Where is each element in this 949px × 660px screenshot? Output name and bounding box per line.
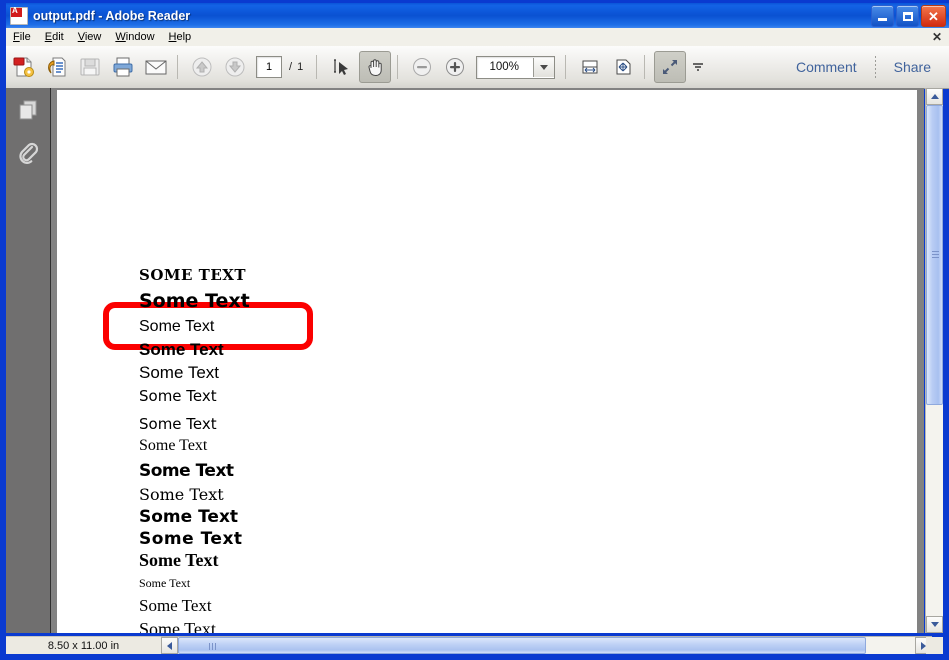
navigation-pane	[6, 88, 51, 633]
scroll-up-button[interactable]	[926, 88, 943, 105]
page-number-input[interactable]: 1	[256, 56, 282, 78]
vertical-scrollbar[interactable]	[925, 88, 943, 633]
menu-bar: File Edit View Window Help ✕	[6, 28, 949, 47]
minimize-icon	[878, 18, 887, 21]
toolbar-separator-6	[875, 56, 876, 78]
close-document-icon[interactable]: ✕	[932, 30, 942, 44]
adobe-reader-window: output.pdf - Adobe Reader ✕ File Edit Vi…	[0, 0, 949, 660]
scroll-grip-icon	[209, 643, 217, 650]
document-text-line: Some Text	[139, 387, 217, 405]
toolbar-separator-4	[565, 55, 566, 79]
fit-width-button[interactable]	[575, 52, 605, 82]
scroll-grip-icon	[932, 251, 939, 259]
close-button[interactable]: ✕	[921, 5, 946, 27]
zoom-out-button[interactable]	[407, 52, 437, 82]
full-screen-button[interactable]	[654, 51, 686, 83]
print-button[interactable]	[108, 52, 138, 82]
toolbar-separator-3	[397, 55, 398, 79]
page-total-label: / 1	[289, 61, 304, 73]
maximize-button[interactable]	[896, 5, 919, 27]
document-text-line: Some Text	[139, 550, 219, 571]
scroll-left-button[interactable]	[161, 637, 178, 654]
next-page-button[interactable]	[220, 52, 250, 82]
save-button[interactable]	[75, 52, 105, 82]
menu-edit[interactable]: Edit	[38, 30, 71, 44]
previous-page-button[interactable]	[187, 52, 217, 82]
horizontal-scrollbar[interactable]	[161, 636, 932, 654]
share-button[interactable]: Share	[882, 59, 943, 75]
status-bar: 8.50 x 11.00 in	[6, 636, 161, 654]
document-text-line: Some Text	[139, 576, 190, 591]
document-text-line: Some Text	[139, 290, 250, 312]
menu-file-label: ile	[20, 31, 31, 43]
scrollbar-corner	[926, 637, 943, 654]
menu-window-label: indow	[126, 31, 155, 43]
toolbar: 1 / 1	[6, 46, 949, 89]
document-text-line: Some Text	[139, 318, 214, 336]
document-text-line: Some Text	[139, 415, 217, 433]
comment-button[interactable]: Comment	[784, 59, 869, 75]
horizontal-scroll-thumb[interactable]	[178, 637, 866, 654]
vertical-scroll-thumb[interactable]	[926, 105, 943, 405]
menu-edit-label: dit	[52, 31, 64, 43]
menu-view-label: iew	[85, 31, 102, 43]
email-button[interactable]	[141, 52, 171, 82]
more-tools-button[interactable]	[689, 52, 707, 82]
document-text-line: Some Text	[139, 507, 238, 527]
title-bar: output.pdf - Adobe Reader ✕	[6, 3, 949, 28]
pdf-document-icon	[10, 7, 28, 25]
page-thumbnails-icon[interactable]	[13, 96, 43, 126]
zoom-level-combo[interactable]: 100%	[476, 56, 555, 79]
maximize-icon	[903, 12, 913, 21]
document-text-line: Some Text	[139, 596, 212, 616]
menu-help-label: elp	[176, 31, 191, 43]
document-text-line: Some Text	[139, 619, 216, 633]
menu-view[interactable]: View	[71, 30, 109, 44]
select-tool-button[interactable]	[326, 52, 356, 82]
window-title: output.pdf - Adobe Reader	[33, 9, 190, 23]
export-pdf-button[interactable]	[42, 52, 72, 82]
toolbar-separator-5	[644, 55, 645, 79]
zoom-in-button[interactable]	[440, 52, 470, 82]
document-text-line: Some Text	[139, 363, 219, 383]
toolbar-right-group: Comment Share	[784, 46, 943, 88]
chevron-up-icon	[931, 94, 939, 99]
chevron-left-icon	[167, 642, 172, 650]
zoom-dropdown-button[interactable]	[533, 58, 554, 77]
toolbar-separator-2	[316, 55, 317, 79]
document-text-line: Some Text	[139, 437, 207, 455]
pdf-page: SOME TEXTSome TextSome TextSome TextSome…	[57, 90, 917, 633]
window-controls: ✕	[871, 5, 946, 27]
toolbar-separator-1	[177, 55, 178, 79]
menu-help[interactable]: Help	[162, 30, 199, 44]
hand-tool-button[interactable]	[359, 51, 391, 83]
create-pdf-button[interactable]	[9, 52, 39, 82]
document-text-line: Some Text	[139, 461, 234, 481]
document-view[interactable]: SOME TEXTSome TextSome TextSome TextSome…	[51, 88, 924, 633]
menu-file[interactable]: File	[6, 30, 38, 44]
attachments-icon[interactable]	[13, 138, 43, 168]
document-text-line: Some Text	[139, 529, 243, 549]
minimize-button[interactable]	[871, 5, 894, 27]
document-text-line: SOME TEXT	[139, 266, 246, 284]
document-text-line: Some Text	[139, 485, 224, 504]
fit-page-button[interactable]	[608, 52, 638, 82]
chevron-down-icon	[540, 65, 548, 70]
document-text-line: Some Text	[139, 340, 224, 360]
page-size-label: 8.50 x 11.00 in	[48, 640, 119, 652]
scroll-down-button[interactable]	[926, 616, 943, 633]
menu-window[interactable]: Window	[108, 30, 161, 44]
chevron-down-icon	[931, 622, 939, 627]
zoom-level-value: 100%	[477, 61, 533, 73]
close-icon: ✕	[928, 10, 939, 23]
